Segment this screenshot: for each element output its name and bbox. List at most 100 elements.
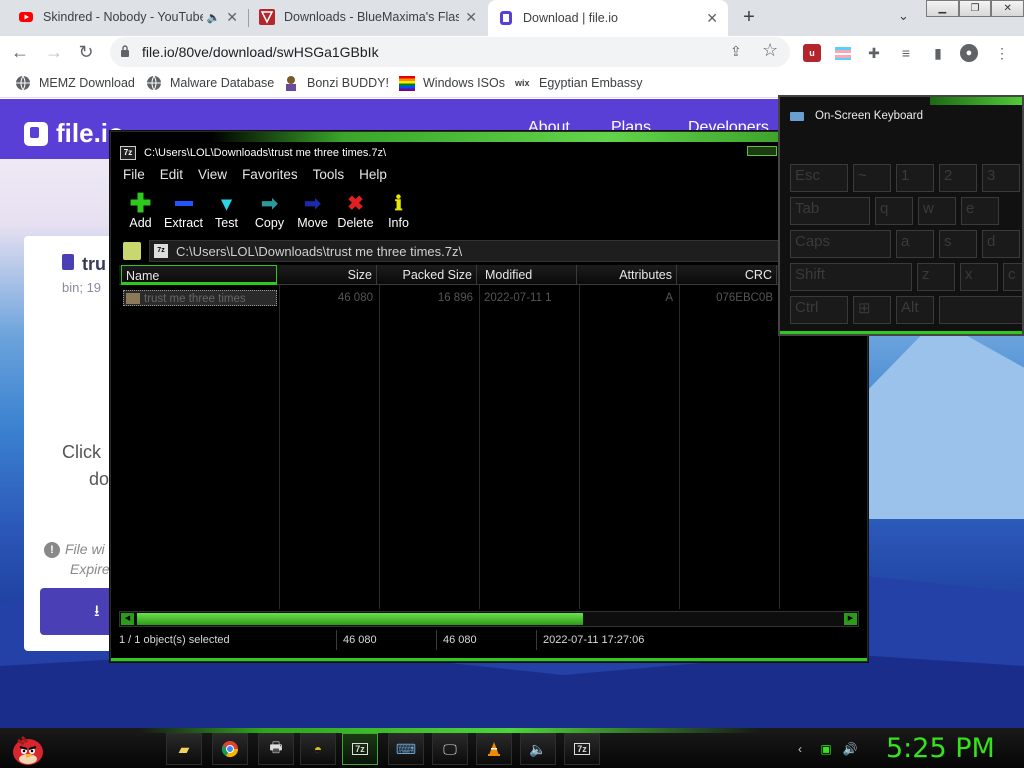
close-tab-icon[interactable]: ✕: [226, 9, 238, 26]
key-e[interactable]: e: [961, 197, 999, 225]
taskbar-volume[interactable]: 🔈: [520, 733, 556, 765]
menu-view[interactable]: View: [190, 165, 234, 187]
bookmark-bonzi[interactable]: Bonzi BUDDY!: [283, 75, 389, 91]
scroll-left-icon[interactable]: ◀: [121, 613, 134, 625]
extract-button[interactable]: Extract: [162, 190, 205, 236]
chrome-menu-icon[interactable]: ⋮: [993, 44, 1011, 62]
horizontal-scrollbar[interactable]: ◀ ▶: [119, 611, 859, 627]
reload-button[interactable]: ↻: [74, 40, 98, 64]
column-size[interactable]: Size: [281, 265, 377, 285]
key-q[interactable]: q: [875, 197, 913, 225]
download-button[interactable]: ⭳: [40, 588, 120, 635]
menu-tools[interactable]: Tools: [305, 165, 352, 187]
close-tab-icon[interactable]: ✕: [465, 9, 477, 26]
tab-fileio[interactable]: Download | file.io ✕: [488, 0, 728, 36]
fileio-logo[interactable]: file.io: [24, 118, 124, 149]
url-text[interactable]: file.io/80ve/download/swHSGa1GBbIk: [142, 44, 379, 60]
key-w[interactable]: w: [918, 197, 956, 225]
side-panel-icon[interactable]: ▮: [929, 44, 947, 62]
lock-icon[interactable]: [120, 45, 130, 57]
bookmark-memz[interactable]: MEMZ Download: [15, 75, 135, 91]
share-icon[interactable]: ⇪: [730, 43, 742, 60]
back-button[interactable]: ←: [8, 40, 32, 64]
menu-favorites[interactable]: Favorites: [234, 165, 305, 187]
close-tab-icon[interactable]: ✕: [706, 10, 718, 27]
key-a[interactable]: a: [896, 230, 934, 258]
key-1[interactable]: 1: [896, 164, 934, 192]
media-queue-icon[interactable]: ≡: [897, 44, 915, 62]
column-crc[interactable]: CRC: [681, 265, 777, 285]
copy-button[interactable]: ➡ Copy: [248, 190, 291, 236]
trans-flag-extension-icon[interactable]: [834, 44, 852, 62]
restore-button[interactable]: ❐: [958, 0, 992, 17]
taskbar-display[interactable]: 🖵: [432, 733, 468, 765]
key-tab[interactable]: Tab: [790, 197, 870, 225]
key-alt[interactable]: Alt: [896, 296, 934, 324]
column-name[interactable]: Name: [121, 265, 277, 285]
taskbar-clock[interactable]: 5:25 PM: [886, 733, 995, 764]
start-button-angry-bird-icon[interactable]: [10, 732, 46, 766]
path-text[interactable]: C:\Users\LOL\Downloads\trust me three ti…: [176, 244, 462, 259]
key-windows[interactable]: ⊞: [853, 296, 891, 324]
speaker-icon[interactable]: 🔈: [207, 11, 221, 24]
row-name[interactable]: trust me three times: [123, 290, 277, 306]
taskbar-vlc[interactable]: [476, 733, 512, 765]
key-caps[interactable]: Caps: [790, 230, 891, 258]
bookmark-egyptian-embassy[interactable]: wix Egyptian Embassy: [515, 75, 643, 91]
taskbar-7zip-2[interactable]: 7z: [564, 733, 600, 765]
bookmark-star-icon[interactable]: ☆: [762, 40, 778, 61]
extensions-puzzle-icon[interactable]: ✚: [865, 44, 883, 62]
tab-flashpoint[interactable]: Downloads - BlueMaxima's Flashpoint ✕: [249, 0, 487, 34]
osk-titlebar[interactable]: On-Screen Keyboard: [790, 110, 923, 122]
volume-tray-icon[interactable]: 🔊: [842, 742, 858, 756]
profile-avatar[interactable]: ●: [960, 44, 978, 62]
key-ctrl[interactable]: Ctrl: [790, 296, 848, 324]
key-2[interactable]: 2: [939, 164, 977, 192]
table-row[interactable]: trust me three times 46 080 16 896 2022-…: [121, 290, 859, 306]
taskbar-file-explorer[interactable]: ▰: [166, 733, 202, 765]
network-icon[interactable]: ▣: [818, 742, 834, 756]
close-window-button[interactable]: ✕: [991, 0, 1024, 17]
key-s[interactable]: s: [939, 230, 977, 258]
tab-search-chevron-icon[interactable]: ⌄: [898, 8, 909, 24]
taskbar-printer[interactable]: 🖶: [258, 733, 294, 765]
column-attributes[interactable]: Attributes: [581, 265, 677, 285]
column-modified[interactable]: Modified: [481, 265, 577, 285]
key-tilde[interactable]: ~: [853, 164, 891, 192]
menu-help[interactable]: Help: [351, 165, 394, 187]
forward-button[interactable]: →: [42, 40, 66, 64]
column-packed-size[interactable]: Packed Size: [381, 265, 477, 285]
key-shift[interactable]: Shift: [790, 263, 912, 291]
key-d[interactable]: d: [982, 230, 1020, 258]
tray-chevron-icon[interactable]: ‹: [792, 742, 808, 756]
taskbar-7zip[interactable]: 7z: [342, 733, 378, 765]
delete-button[interactable]: ✖ Delete: [334, 190, 377, 236]
key-space[interactable]: [939, 296, 1022, 324]
taskbar-paint[interactable]: ◓: [300, 733, 336, 765]
bookmark-malware-db[interactable]: Malware Database: [146, 75, 274, 91]
sevenzip-titlebar[interactable]: 7z C:\Users\LOL\Downloads\trust me three…: [111, 142, 867, 164]
info-button[interactable]: ℹ Info: [377, 190, 420, 236]
taskbar-osk[interactable]: ⌨: [388, 733, 424, 765]
file-list[interactable]: Name Size Packed Size Modified Attribute…: [119, 265, 859, 609]
minimize-button[interactable]: ▁: [926, 0, 959, 17]
address-bar[interactable]: file.io/80ve/download/swHSGa1GBbIk ⇪ ☆: [110, 37, 790, 67]
new-tab-button[interactable]: +: [738, 6, 760, 29]
taskbar-chrome[interactable]: [212, 733, 248, 765]
bookmark-windows-isos[interactable]: Windows ISOs: [399, 75, 505, 91]
key-esc[interactable]: Esc: [790, 164, 848, 192]
key-x[interactable]: x: [960, 263, 998, 291]
key-z[interactable]: z: [917, 263, 955, 291]
menu-file[interactable]: File: [115, 165, 152, 187]
folder-up-icon[interactable]: [123, 242, 141, 260]
window-control-button[interactable]: [747, 146, 777, 156]
menu-edit[interactable]: Edit: [152, 165, 190, 187]
tab-youtube[interactable]: Skindred - Nobody - YouTube 🔈 ✕: [8, 0, 248, 34]
key-3[interactable]: 3: [982, 164, 1020, 192]
add-button[interactable]: ✚ Add: [119, 188, 162, 236]
test-button[interactable]: ▾ Test: [205, 190, 248, 236]
key-c[interactable]: c: [1003, 263, 1022, 291]
scroll-right-icon[interactable]: ▶: [844, 613, 857, 625]
path-input[interactable]: 7z C:\Users\LOL\Downloads\trust me three…: [149, 240, 865, 262]
scrollbar-thumb[interactable]: [137, 613, 583, 625]
